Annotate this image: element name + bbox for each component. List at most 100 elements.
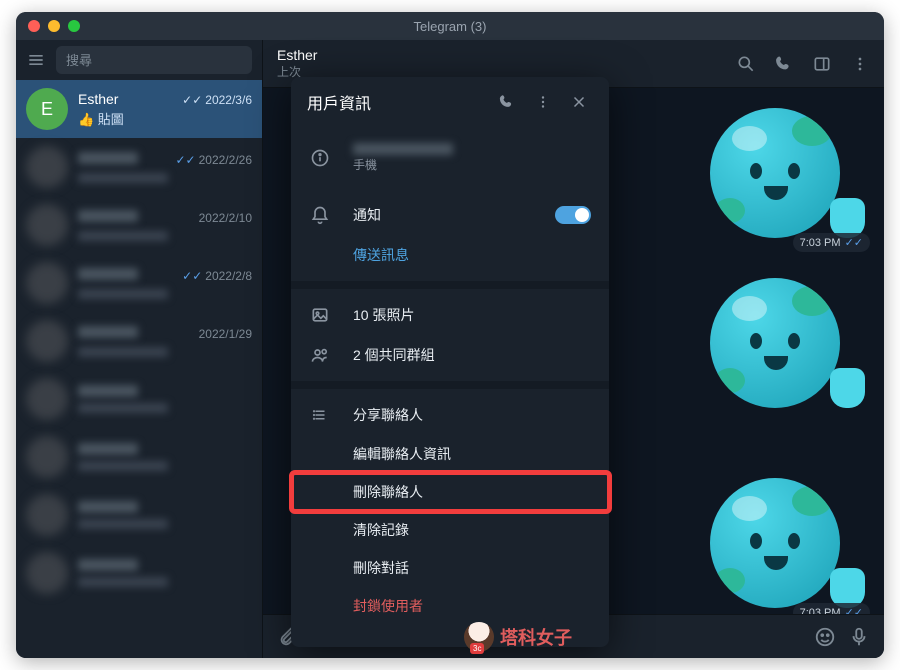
sticker-message[interactable]: 7:03 PM✓✓	[700, 468, 870, 614]
close-window-button[interactable]	[28, 20, 40, 32]
notifications-row[interactable]: 通知	[291, 195, 609, 235]
groups-row[interactable]: 2 個共同群組	[291, 335, 609, 375]
chat-header-name: Esther	[277, 47, 736, 63]
delete-chat-label: 刪除對話	[353, 558, 409, 578]
chat-item[interactable]	[16, 486, 262, 544]
chat-date: ✓✓2022/2/8	[182, 269, 252, 283]
group-icon	[309, 344, 331, 366]
watermark-badge: 3c	[470, 643, 484, 654]
panel-phone-section: 手機	[291, 127, 609, 189]
chat-header-info: Esther 上次	[277, 47, 736, 80]
image-icon	[309, 304, 331, 326]
block-user-row[interactable]: 封鎖使用者	[291, 587, 609, 625]
chat-item[interactable]: E Esther ✓✓2022/3/6 👍 貼圖	[16, 80, 262, 138]
avatar	[26, 320, 68, 362]
chat-name	[78, 152, 138, 164]
panel-actions-section: 分享聯絡人 編輯聯絡人資訊 刪除聯絡人 清除記錄 刪除對話 封鎖使用者	[291, 389, 609, 631]
panel-separator	[291, 281, 609, 289]
clear-history-row[interactable]: 清除記錄	[291, 511, 609, 549]
watermark-avatar: 3c	[464, 622, 494, 652]
window-controls	[28, 20, 80, 32]
mic-icon[interactable]	[848, 626, 870, 648]
chat-preview	[78, 231, 168, 241]
chat-header-actions	[736, 54, 870, 74]
window-title: Telegram (3)	[414, 19, 487, 34]
sticker-image	[700, 268, 860, 418]
read-check-icon: ✓✓	[845, 236, 863, 249]
chat-item[interactable]: ✓✓2022/2/8	[16, 254, 262, 312]
share-contact-row[interactable]: 分享聯絡人	[291, 395, 609, 435]
chat-item[interactable]: 2022/2/10	[16, 196, 262, 254]
chat-preview: 👍 貼圖	[78, 109, 252, 128]
message-timestamp: 7:03 PM✓✓	[793, 233, 870, 252]
emoji-icon[interactable]	[814, 626, 836, 648]
list-icon	[309, 404, 331, 426]
avatar	[26, 378, 68, 420]
block-user-label: 封鎖使用者	[353, 596, 423, 616]
chat-name	[78, 210, 138, 222]
chat-item[interactable]	[16, 544, 262, 602]
notifications-toggle[interactable]	[555, 206, 591, 224]
read-check-icon: ✓✓	[182, 93, 202, 107]
edit-contact-row[interactable]: 編輯聯絡人資訊	[291, 435, 609, 473]
chat-preview	[78, 289, 168, 299]
share-contact-label: 分享聯絡人	[353, 405, 423, 425]
panel-media-section: 10 張照片 2 個共同群組	[291, 289, 609, 381]
panel-more-icon[interactable]	[529, 88, 557, 116]
app-window: Telegram (3) EEsther✓✓2022/3/6👍 貼圖✓✓2022…	[16, 12, 884, 658]
titlebar: Telegram (3)	[16, 12, 884, 40]
panel-close-icon[interactable]	[565, 88, 593, 116]
call-icon[interactable]	[774, 54, 794, 74]
avatar	[26, 146, 68, 188]
groups-label: 2 個共同群組	[353, 345, 435, 365]
photos-label: 10 張照片	[353, 305, 414, 325]
chat-date: 2022/2/10	[199, 211, 252, 225]
chat-name	[78, 501, 138, 513]
search-icon[interactable]	[736, 54, 756, 74]
photos-row[interactable]: 10 張照片	[291, 295, 609, 335]
chat-preview	[78, 173, 168, 183]
avatar	[26, 494, 68, 536]
user-info-panel: 用戶資訊 手機 通知 傳送訊息	[291, 77, 609, 647]
chat-name	[78, 268, 138, 280]
chat-name	[78, 443, 138, 455]
panel-notif-section: 通知 傳送訊息	[291, 189, 609, 281]
sticker-message[interactable]	[700, 268, 870, 418]
phone-row[interactable]: 手機	[291, 133, 609, 183]
chat-list: E Esther ✓✓2022/3/6 👍 貼圖 ✓✓2022/2/26 2022/2/1…	[16, 80, 262, 658]
minimize-window-button[interactable]	[48, 20, 60, 32]
sticker-message[interactable]: 7:03 PM✓✓	[700, 98, 870, 248]
chat-date: 2022/1/29	[199, 327, 252, 341]
chat-name	[78, 326, 138, 338]
chat-item[interactable]: 2022/1/29	[16, 312, 262, 370]
message-timestamp: 7:03 PM✓✓	[793, 603, 870, 614]
sticker-image	[700, 468, 860, 614]
avatar: E	[26, 88, 68, 130]
more-icon[interactable]	[850, 54, 870, 74]
menu-icon[interactable]	[26, 48, 46, 72]
chat-date: ✓✓2022/2/26	[176, 153, 253, 167]
edit-contact-label: 編輯聯絡人資訊	[353, 444, 451, 464]
clear-history-label: 清除記錄	[353, 520, 409, 540]
chat-item[interactable]	[16, 370, 262, 428]
maximize-window-button[interactable]	[68, 20, 80, 32]
phone-value	[353, 143, 453, 155]
avatar	[26, 436, 68, 478]
sidebar-toggle-icon[interactable]	[812, 54, 832, 74]
panel-separator	[291, 381, 609, 389]
chat-item[interactable]: ✓✓2022/2/26	[16, 138, 262, 196]
chat-date: ✓✓2022/3/6	[182, 93, 252, 107]
send-message-link[interactable]: 傳送訊息	[291, 235, 609, 275]
watermark-text: 塔科女子	[500, 624, 572, 650]
chat-item[interactable]	[16, 428, 262, 486]
chat-preview	[78, 461, 168, 471]
avatar	[26, 262, 68, 304]
phone-label: 手機	[353, 156, 591, 173]
delete-chat-row[interactable]: 刪除對話	[291, 549, 609, 587]
search-input[interactable]	[56, 46, 252, 74]
chat-preview	[78, 403, 168, 413]
chat-name: Esther	[78, 91, 118, 107]
avatar	[26, 552, 68, 594]
panel-call-icon[interactable]	[493, 88, 521, 116]
delete-contact-row[interactable]: 刪除聯絡人	[291, 473, 609, 511]
